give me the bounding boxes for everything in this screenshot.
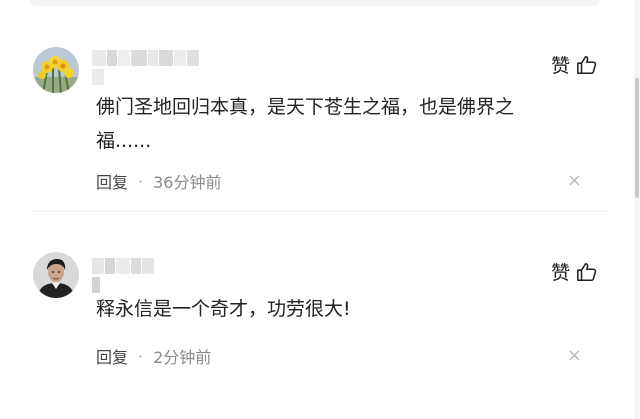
comment-text: 释永信是一个奇才，功劳很大! [96, 298, 351, 320]
user-avatar[interactable] [33, 47, 79, 93]
user-avatar[interactable] [33, 252, 79, 298]
like-label: 赞 [550, 55, 570, 77]
meta-separator: · [138, 346, 144, 366]
close-icon[interactable]: × [567, 170, 582, 191]
comment-meta: 回复 · 2分钟前 [96, 344, 211, 368]
comment-meta: 回复 · 36分钟前 [96, 169, 221, 193]
scrollbar[interactable] [634, 0, 640, 419]
comment-time: 36分钟前 [153, 173, 222, 192]
comment-item: 赞 佛门圣地回归本真，是天下苍生之福，也是佛界之福...... 回复 · 36分… [0, 0, 610, 210]
man-portrait-avatar-icon [33, 252, 79, 298]
like-button[interactable]: 赞 [551, 51, 598, 78]
username-blurred[interactable] [92, 258, 162, 293]
comment-time: 2分钟前 [153, 348, 212, 367]
daffodil-avatar-icon [33, 47, 79, 93]
like-button[interactable]: 赞 [551, 258, 598, 285]
thumbs-up-icon [577, 262, 597, 281]
meta-separator: · [138, 171, 144, 191]
username-blurred[interactable] [92, 50, 212, 85]
comment-text: 佛门圣地回归本真，是天下苍生之福，也是佛界之福...... [96, 96, 515, 152]
thumbs-up-icon [577, 55, 597, 74]
close-icon[interactable]: × [567, 345, 582, 366]
reply-button[interactable]: 回复 [96, 169, 128, 193]
reply-button[interactable]: 回复 [96, 344, 128, 368]
comment-item: 赞 释永信是一个奇才，功劳很大! 回复 · 2分钟前 × [0, 212, 610, 412]
scrollbar-thumb[interactable] [635, 78, 639, 198]
like-label: 赞 [550, 262, 570, 284]
